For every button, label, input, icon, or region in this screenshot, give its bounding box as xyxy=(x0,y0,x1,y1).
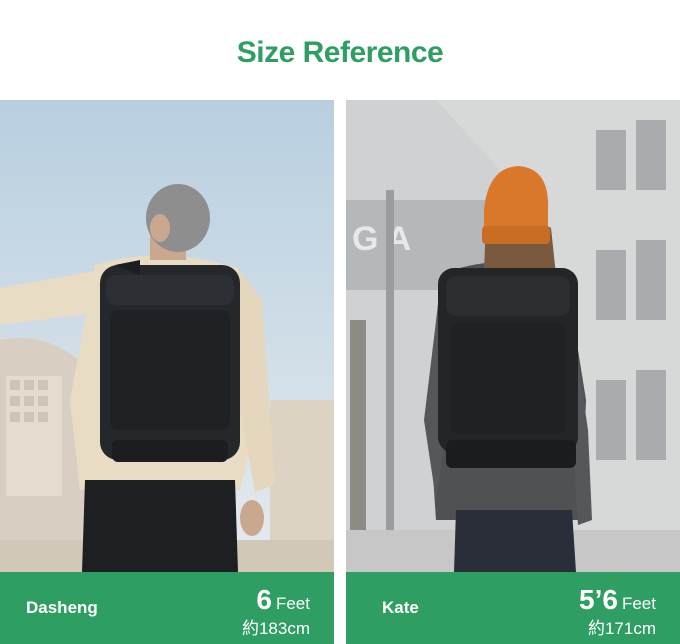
person-name: Dasheng xyxy=(26,598,98,617)
info-bar-kate: Kate 5’6 Feet 約171cm xyxy=(346,572,680,644)
person-photo-dasheng xyxy=(0,100,334,572)
size-card-dasheng: Dasheng 6 Feet 約183cm xyxy=(0,100,334,644)
size-card-kate: G A Kate 5’6 Feet 約171cm xyxy=(346,100,680,644)
height-label: 6 Feet 約183cm xyxy=(242,586,310,639)
height-label: 5’6 Feet 約171cm xyxy=(579,586,656,639)
height-metric: 約171cm xyxy=(587,619,656,638)
svg-text:G A: G A xyxy=(352,220,411,258)
person-photo-kate: G A xyxy=(346,100,680,572)
height-feet-value: 6 xyxy=(256,584,272,615)
height-feet-unit: Feet xyxy=(275,594,310,613)
info-bar-dasheng: Dasheng 6 Feet 約183cm xyxy=(0,572,334,644)
height-feet-value: 5’6 xyxy=(579,584,618,615)
page-title: Size Reference xyxy=(236,36,444,69)
height-metric: 約183cm xyxy=(241,619,310,638)
person-name: Kate xyxy=(382,598,419,617)
height-feet-unit: Feet xyxy=(621,594,656,613)
